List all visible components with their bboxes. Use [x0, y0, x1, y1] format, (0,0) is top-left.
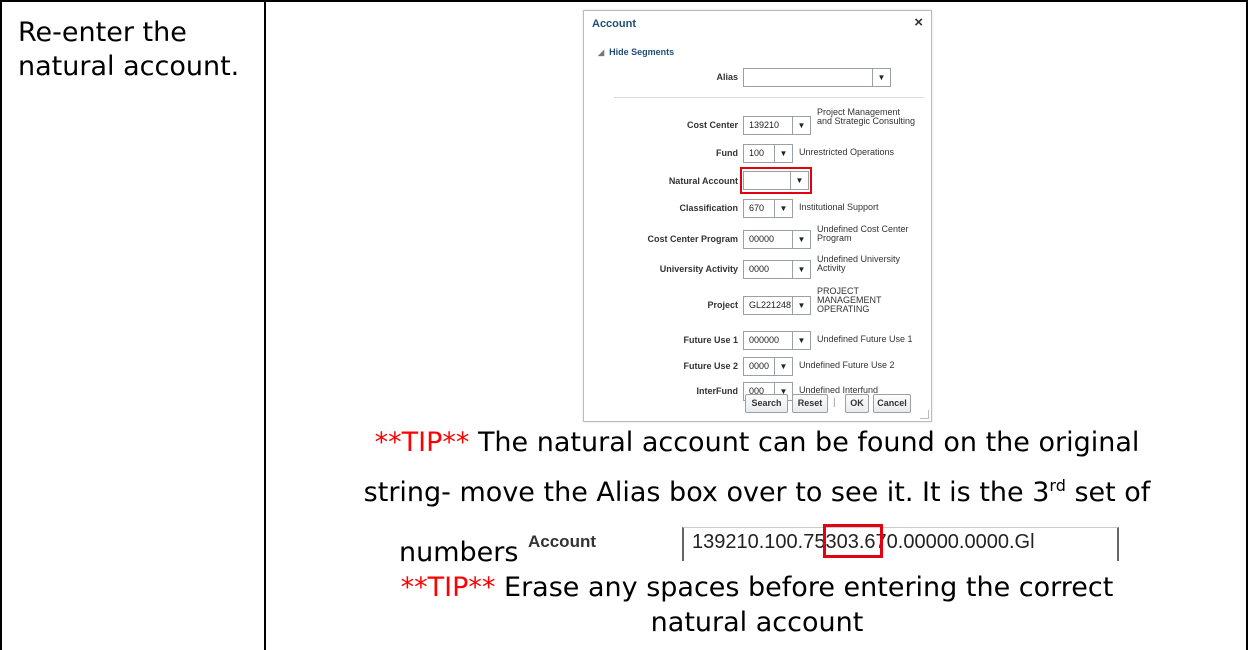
- hide-segments-toggle[interactable]: ◢ Hide Segments: [598, 47, 674, 57]
- chevron-down-icon[interactable]: ▼: [792, 261, 810, 278]
- reset-button[interactable]: Reset: [792, 394, 828, 413]
- tip2-line1: **TIP** Erase any spaces before entering…: [400, 572, 1114, 603]
- segment-input-future-use-1[interactable]: 000000 ▼: [743, 331, 811, 350]
- segment-desc-cost-center: Project Management and Strategic Consult…: [817, 107, 916, 126]
- button-separator: |: [833, 397, 836, 408]
- alias-label: Alias: [716, 72, 738, 82]
- tip1-line3: numbers: [399, 537, 519, 568]
- dialog-title: Account: [592, 18, 636, 30]
- close-icon[interactable]: ×: [914, 15, 923, 30]
- segment-label-project: Project: [707, 300, 738, 310]
- segment-label-future-use-1: Future Use 1: [683, 335, 738, 345]
- segment-desc-classification: Institutional Support: [799, 202, 879, 212]
- resize-grip-icon[interactable]: [920, 410, 929, 419]
- segment-input-classification[interactable]: 670 ▼: [743, 199, 793, 218]
- table-left-border: [0, 0, 2, 650]
- cancel-button[interactable]: Cancel: [873, 394, 911, 413]
- segment-label-fund: Fund: [716, 148, 738, 158]
- segment-input-cost-center-program[interactable]: 00000 ▼: [743, 230, 811, 249]
- chevron-down-icon[interactable]: ▼: [774, 145, 792, 162]
- segment-label-future-use-2: Future Use 2: [683, 361, 738, 371]
- segment-label-cost-center-program: Cost Center Program: [647, 234, 738, 244]
- segment-input-fund[interactable]: 100 ▼: [743, 144, 793, 163]
- chevron-down-icon[interactable]: ▼: [792, 231, 810, 248]
- chevron-down-icon[interactable]: ▼: [774, 358, 792, 375]
- segment-input-university-activity[interactable]: 0000 ▼: [743, 260, 811, 279]
- segment-desc-project: PROJECT MANAGEMENT OPERATING: [817, 286, 882, 314]
- segment-desc-future-use-1: Undefined Future Use 1: [817, 334, 913, 344]
- segment-desc-future-use-2: Undefined Future Use 2: [799, 360, 895, 370]
- natural-account-segment-highlight: [823, 524, 883, 558]
- segment-value: 670: [749, 203, 765, 213]
- chevron-down-icon[interactable]: ▼: [792, 297, 810, 314]
- segment-input-cost-center[interactable]: 139210 ▼: [743, 116, 811, 135]
- account-string-label: Account: [528, 532, 596, 551]
- segment-input-project[interactable]: GL221248 ▼: [743, 296, 811, 315]
- segment-value: GL221248: [749, 300, 792, 310]
- table-column-divider: [264, 0, 266, 650]
- hide-segments-label: Hide Segments: [609, 47, 675, 57]
- segment-desc-fund: Unrestricted Operations: [799, 147, 895, 157]
- alias-select[interactable]: ▼: [743, 68, 891, 87]
- segment-value: 000000: [749, 335, 780, 345]
- account-string-field: 139210.100.75303.670.00000.0000.Gl: [682, 527, 1119, 561]
- table-top-border: [0, 0, 1248, 2]
- account-dialog: Account × ◢ Hide Segments Alias ▼ Cost Ce…: [583, 10, 932, 422]
- search-button[interactable]: Search: [745, 394, 788, 413]
- collapse-triangle-icon: ◢: [598, 48, 605, 57]
- tip1-line2: string- move the Alias box over to see i…: [363, 476, 1151, 508]
- segment-desc-university-activity: Undefined University Activity: [817, 254, 901, 273]
- segment-label-natural-account: Natural Account: [668, 176, 738, 186]
- tip2-line2: natural account: [650, 607, 864, 638]
- segment-input-future-use-2[interactable]: 0000 ▼: [743, 357, 793, 376]
- segment-label-classification: Classification: [679, 203, 738, 213]
- step-instruction: Re-enter the natural account.: [18, 17, 240, 82]
- alias-divider: [614, 97, 924, 98]
- tip-marker: **TIP**: [400, 572, 496, 603]
- segment-value: 00000: [749, 234, 775, 244]
- segment-value: 139210: [749, 120, 780, 130]
- segment-label-university-activity: University Activity: [659, 264, 738, 274]
- segment-value: 0000: [749, 361, 770, 371]
- chevron-down-icon[interactable]: ▼: [774, 200, 792, 217]
- segment-value: 0000: [749, 264, 770, 274]
- tip-marker: **TIP**: [374, 427, 470, 458]
- segment-label-interfund: InterFund: [696, 386, 739, 396]
- segment-label-cost-center: Cost Center: [686, 120, 738, 130]
- ok-button[interactable]: OK: [845, 394, 869, 413]
- tip1-line1: **TIP** The natural account can be found…: [374, 427, 1140, 458]
- segment-desc-cost-center-program: Undefined Cost Center Program: [817, 224, 909, 243]
- natural-account-highlight: [740, 167, 812, 194]
- chevron-down-icon[interactable]: ▼: [792, 332, 810, 349]
- chevron-down-icon[interactable]: ▼: [872, 69, 890, 86]
- segment-value: 100: [749, 148, 765, 158]
- chevron-down-icon[interactable]: ▼: [792, 117, 810, 134]
